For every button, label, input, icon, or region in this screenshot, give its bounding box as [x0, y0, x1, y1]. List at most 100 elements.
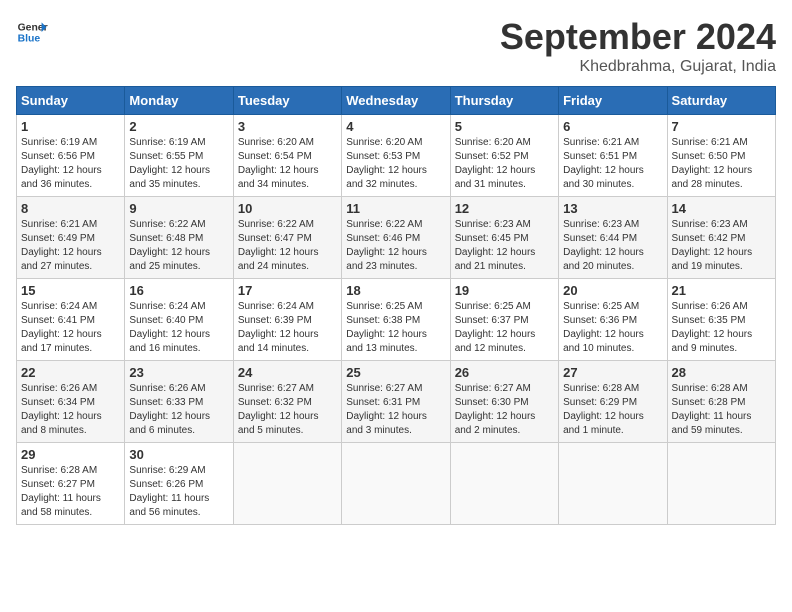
table-row: 18 Sunrise: 6:25 AM Sunset: 6:38 PM Dayl…: [342, 279, 450, 361]
day-detail: Sunrise: 6:20 AM Sunset: 6:53 PM Dayligh…: [346, 136, 445, 192]
col-monday: Monday: [125, 87, 233, 115]
col-friday: Friday: [559, 87, 667, 115]
table-row: 4 Sunrise: 6:20 AM Sunset: 6:53 PM Dayli…: [342, 115, 450, 197]
table-row: 7 Sunrise: 6:21 AM Sunset: 6:50 PM Dayli…: [667, 115, 775, 197]
table-row: 17 Sunrise: 6:24 AM Sunset: 6:39 PM Dayl…: [233, 279, 341, 361]
day-number: 28: [672, 365, 771, 380]
day-number: 26: [455, 365, 554, 380]
day-number: 30: [129, 447, 228, 462]
day-number: 10: [238, 201, 337, 216]
day-number: 15: [21, 283, 120, 298]
day-number: 6: [563, 119, 662, 134]
day-number: 14: [672, 201, 771, 216]
location-subtitle: Khedbrahma, Gujarat, India: [500, 58, 776, 76]
table-row: [233, 443, 341, 525]
day-detail: Sunrise: 6:28 AM Sunset: 6:28 PM Dayligh…: [672, 382, 771, 438]
table-row: 3 Sunrise: 6:20 AM Sunset: 6:54 PM Dayli…: [233, 115, 341, 197]
table-row: 20 Sunrise: 6:25 AM Sunset: 6:36 PM Dayl…: [559, 279, 667, 361]
table-row: 26 Sunrise: 6:27 AM Sunset: 6:30 PM Dayl…: [450, 361, 558, 443]
table-row: 5 Sunrise: 6:20 AM Sunset: 6:52 PM Dayli…: [450, 115, 558, 197]
day-number: 8: [21, 201, 120, 216]
table-row: 13 Sunrise: 6:23 AM Sunset: 6:44 PM Dayl…: [559, 197, 667, 279]
day-detail: Sunrise: 6:21 AM Sunset: 6:51 PM Dayligh…: [563, 136, 662, 192]
col-sunday: Sunday: [17, 87, 125, 115]
day-detail: Sunrise: 6:25 AM Sunset: 6:36 PM Dayligh…: [563, 300, 662, 356]
day-detail: Sunrise: 6:22 AM Sunset: 6:48 PM Dayligh…: [129, 218, 228, 274]
day-number: 9: [129, 201, 228, 216]
day-number: 13: [563, 201, 662, 216]
day-number: 29: [21, 447, 120, 462]
logo: General Blue: [16, 16, 48, 48]
table-row: 1 Sunrise: 6:19 AM Sunset: 6:56 PM Dayli…: [17, 115, 125, 197]
table-row: 6 Sunrise: 6:21 AM Sunset: 6:51 PM Dayli…: [559, 115, 667, 197]
table-row: [667, 443, 775, 525]
day-number: 1: [21, 119, 120, 134]
table-row: 21 Sunrise: 6:26 AM Sunset: 6:35 PM Dayl…: [667, 279, 775, 361]
day-number: 12: [455, 201, 554, 216]
day-detail: Sunrise: 6:26 AM Sunset: 6:35 PM Dayligh…: [672, 300, 771, 356]
table-row: 14 Sunrise: 6:23 AM Sunset: 6:42 PM Dayl…: [667, 197, 775, 279]
table-row: 10 Sunrise: 6:22 AM Sunset: 6:47 PM Dayl…: [233, 197, 341, 279]
table-row: [450, 443, 558, 525]
calendar-week-row: 22 Sunrise: 6:26 AM Sunset: 6:34 PM Dayl…: [17, 361, 776, 443]
day-number: 21: [672, 283, 771, 298]
day-detail: Sunrise: 6:20 AM Sunset: 6:54 PM Dayligh…: [238, 136, 337, 192]
day-number: 25: [346, 365, 445, 380]
logo-icon: General Blue: [16, 16, 48, 48]
day-detail: Sunrise: 6:19 AM Sunset: 6:56 PM Dayligh…: [21, 136, 120, 192]
day-detail: Sunrise: 6:28 AM Sunset: 6:29 PM Dayligh…: [563, 382, 662, 438]
day-detail: Sunrise: 6:22 AM Sunset: 6:46 PM Dayligh…: [346, 218, 445, 274]
title-section: September 2024 Khedbrahma, Gujarat, Indi…: [500, 16, 776, 76]
day-detail: Sunrise: 6:23 AM Sunset: 6:45 PM Dayligh…: [455, 218, 554, 274]
table-row: 19 Sunrise: 6:25 AM Sunset: 6:37 PM Dayl…: [450, 279, 558, 361]
day-number: 2: [129, 119, 228, 134]
table-row: 23 Sunrise: 6:26 AM Sunset: 6:33 PM Dayl…: [125, 361, 233, 443]
calendar-week-row: 8 Sunrise: 6:21 AM Sunset: 6:49 PM Dayli…: [17, 197, 776, 279]
day-detail: Sunrise: 6:27 AM Sunset: 6:31 PM Dayligh…: [346, 382, 445, 438]
day-detail: Sunrise: 6:27 AM Sunset: 6:30 PM Dayligh…: [455, 382, 554, 438]
day-number: 20: [563, 283, 662, 298]
table-row: 28 Sunrise: 6:28 AM Sunset: 6:28 PM Dayl…: [667, 361, 775, 443]
day-number: 19: [455, 283, 554, 298]
day-number: 11: [346, 201, 445, 216]
table-row: 15 Sunrise: 6:24 AM Sunset: 6:41 PM Dayl…: [17, 279, 125, 361]
col-thursday: Thursday: [450, 87, 558, 115]
table-row: [559, 443, 667, 525]
day-number: 22: [21, 365, 120, 380]
day-number: 23: [129, 365, 228, 380]
page-header: General Blue September 2024 Khedbrahma, …: [16, 16, 776, 76]
table-row: 9 Sunrise: 6:22 AM Sunset: 6:48 PM Dayli…: [125, 197, 233, 279]
col-wednesday: Wednesday: [342, 87, 450, 115]
calendar-table: Sunday Monday Tuesday Wednesday Thursday…: [16, 86, 776, 525]
day-detail: Sunrise: 6:28 AM Sunset: 6:27 PM Dayligh…: [21, 464, 120, 520]
day-detail: Sunrise: 6:24 AM Sunset: 6:40 PM Dayligh…: [129, 300, 228, 356]
table-row: 30 Sunrise: 6:29 AM Sunset: 6:26 PM Dayl…: [125, 443, 233, 525]
day-number: 5: [455, 119, 554, 134]
day-detail: Sunrise: 6:25 AM Sunset: 6:37 PM Dayligh…: [455, 300, 554, 356]
day-number: 24: [238, 365, 337, 380]
day-number: 17: [238, 283, 337, 298]
day-detail: Sunrise: 6:24 AM Sunset: 6:39 PM Dayligh…: [238, 300, 337, 356]
table-row: 24 Sunrise: 6:27 AM Sunset: 6:32 PM Dayl…: [233, 361, 341, 443]
month-title: September 2024: [500, 16, 776, 58]
table-row: 27 Sunrise: 6:28 AM Sunset: 6:29 PM Dayl…: [559, 361, 667, 443]
day-detail: Sunrise: 6:23 AM Sunset: 6:42 PM Dayligh…: [672, 218, 771, 274]
table-row: 29 Sunrise: 6:28 AM Sunset: 6:27 PM Dayl…: [17, 443, 125, 525]
day-detail: Sunrise: 6:19 AM Sunset: 6:55 PM Dayligh…: [129, 136, 228, 192]
day-detail: Sunrise: 6:24 AM Sunset: 6:41 PM Dayligh…: [21, 300, 120, 356]
day-number: 3: [238, 119, 337, 134]
table-row: 25 Sunrise: 6:27 AM Sunset: 6:31 PM Dayl…: [342, 361, 450, 443]
table-row: 16 Sunrise: 6:24 AM Sunset: 6:40 PM Dayl…: [125, 279, 233, 361]
day-detail: Sunrise: 6:25 AM Sunset: 6:38 PM Dayligh…: [346, 300, 445, 356]
day-detail: Sunrise: 6:29 AM Sunset: 6:26 PM Dayligh…: [129, 464, 228, 520]
table-row: 2 Sunrise: 6:19 AM Sunset: 6:55 PM Dayli…: [125, 115, 233, 197]
table-row: [342, 443, 450, 525]
col-tuesday: Tuesday: [233, 87, 341, 115]
svg-text:Blue: Blue: [18, 34, 41, 45]
day-detail: Sunrise: 6:21 AM Sunset: 6:50 PM Dayligh…: [672, 136, 771, 192]
calendar-week-row: 29 Sunrise: 6:28 AM Sunset: 6:27 PM Dayl…: [17, 443, 776, 525]
table-row: 11 Sunrise: 6:22 AM Sunset: 6:46 PM Dayl…: [342, 197, 450, 279]
day-number: 18: [346, 283, 445, 298]
day-number: 16: [129, 283, 228, 298]
day-detail: Sunrise: 6:26 AM Sunset: 6:33 PM Dayligh…: [129, 382, 228, 438]
